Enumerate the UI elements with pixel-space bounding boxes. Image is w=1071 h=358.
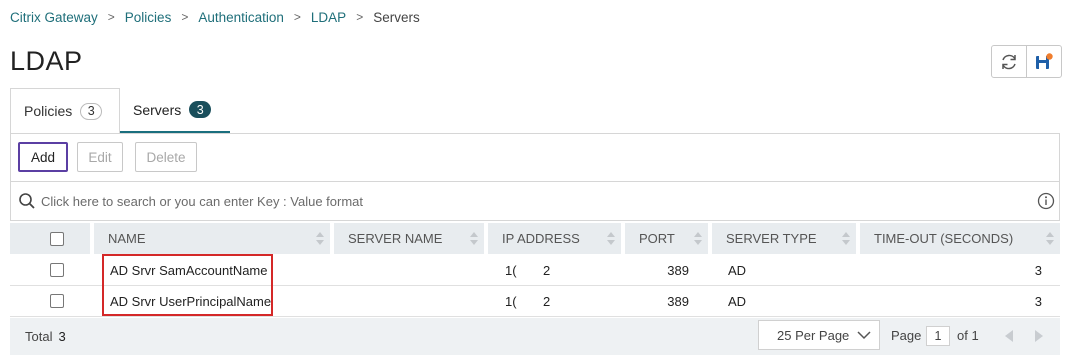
column-header-name[interactable]: NAME bbox=[94, 223, 330, 254]
table-header: NAME SERVER NAME IP ADDRESS PORT SERVER … bbox=[10, 223, 1060, 254]
save-config-button[interactable] bbox=[1026, 46, 1061, 77]
column-header-label: TIME-OUT (SECONDS) bbox=[874, 231, 1014, 246]
sort-icon bbox=[694, 232, 702, 245]
next-page-icon[interactable] bbox=[1032, 328, 1046, 344]
page-number-input[interactable]: 1 bbox=[926, 326, 950, 346]
sort-icon bbox=[1046, 232, 1054, 245]
cell-server-type: AD bbox=[728, 293, 747, 309]
column-header-ip-address[interactable]: IP ADDRESS bbox=[488, 223, 621, 254]
column-header-timeout[interactable]: TIME-OUT (SECONDS) bbox=[860, 223, 1060, 254]
table-footer: Total 3 25 Per Page Page 1 of 1 bbox=[10, 318, 1060, 355]
sort-icon bbox=[316, 232, 324, 245]
info-icon[interactable] bbox=[1037, 192, 1055, 210]
save-config-icon bbox=[1036, 52, 1053, 69]
chevron-down-icon bbox=[857, 331, 871, 340]
select-all-checkbox[interactable] bbox=[50, 231, 64, 246]
previous-page-icon[interactable] bbox=[1002, 328, 1016, 344]
column-header-server-type[interactable]: SERVER TYPE bbox=[712, 223, 856, 254]
cell-server-type: AD bbox=[728, 262, 747, 278]
refresh-icon bbox=[1002, 54, 1016, 69]
breadcrumb-separator: > bbox=[356, 10, 364, 24]
cell-ip-address-end: 2 bbox=[543, 293, 551, 309]
ip-redaction-mask bbox=[517, 257, 543, 283]
page-of-label: of 1 bbox=[957, 328, 979, 343]
tab-servers-label: Servers bbox=[133, 101, 182, 118]
cell-ip-address-end: 2 bbox=[543, 262, 551, 278]
breadcrumb-authentication[interactable]: Authentication bbox=[198, 10, 284, 25]
breadcrumb-citrix-gateway[interactable]: Citrix Gateway bbox=[10, 10, 98, 25]
ip-redaction-mask bbox=[517, 288, 543, 314]
tab-bar: Policies 3 Servers 3 bbox=[10, 88, 1060, 134]
sort-icon bbox=[842, 232, 850, 245]
select-all-cell bbox=[10, 223, 90, 254]
cell-timeout: 3 bbox=[1034, 293, 1042, 309]
add-button[interactable]: Add bbox=[18, 142, 68, 172]
row-checkbox[interactable] bbox=[50, 263, 64, 277]
breadcrumb-ldap[interactable]: LDAP bbox=[311, 10, 346, 25]
column-header-label: IP ADDRESS bbox=[502, 231, 580, 246]
column-header-label: SERVER TYPE bbox=[726, 231, 817, 246]
sort-icon bbox=[470, 232, 478, 245]
page-label: Page bbox=[891, 328, 922, 343]
search-bar[interactable]: Click here to search or you can enter Ke… bbox=[10, 181, 1060, 221]
search-icon bbox=[18, 192, 36, 210]
column-header-label: PORT bbox=[639, 231, 675, 246]
column-header-port[interactable]: PORT bbox=[625, 223, 708, 254]
cell-ip-address-start: 1( bbox=[505, 262, 517, 278]
delete-button[interactable]: Delete bbox=[135, 142, 197, 172]
per-page-select[interactable]: 25 Per Page bbox=[758, 320, 880, 350]
action-bar: Add Edit Delete bbox=[10, 133, 1060, 181]
row-checkbox[interactable] bbox=[50, 294, 64, 308]
per-page-value: 25 Per Page bbox=[777, 327, 850, 343]
tab-servers[interactable]: Servers 3 bbox=[120, 88, 230, 133]
breadcrumb-current: Servers bbox=[373, 9, 420, 25]
refresh-button[interactable] bbox=[992, 46, 1026, 77]
breadcrumb-separator: > bbox=[107, 10, 115, 24]
column-header-server-name[interactable]: SERVER NAME bbox=[334, 223, 484, 254]
breadcrumb: Citrix Gateway > Policies > Authenticati… bbox=[10, 8, 420, 26]
tab-servers-count-badge: 3 bbox=[189, 101, 212, 118]
highlight-annotation-box bbox=[102, 254, 273, 316]
row-select-cell bbox=[50, 255, 64, 285]
page-title: LDAP bbox=[10, 46, 83, 76]
breadcrumb-policies[interactable]: Policies bbox=[125, 10, 172, 25]
sort-icon bbox=[607, 232, 615, 245]
cell-ip-address-start: 1( bbox=[505, 293, 517, 309]
tab-policies-label: Policies bbox=[24, 103, 73, 119]
row-select-cell bbox=[50, 286, 64, 316]
cell-port: 389 bbox=[667, 293, 689, 309]
cell-timeout: 3 bbox=[1034, 262, 1042, 278]
tab-policies[interactable]: Policies 3 bbox=[10, 88, 120, 133]
total-count: 3 bbox=[58, 329, 66, 344]
breadcrumb-separator: > bbox=[293, 10, 301, 24]
search-input[interactable]: Click here to search or you can enter Ke… bbox=[41, 194, 363, 209]
edit-button[interactable]: Edit bbox=[77, 142, 123, 172]
breadcrumb-separator: > bbox=[181, 10, 189, 24]
tab-policies-count-badge: 3 bbox=[80, 102, 103, 120]
total-label: Total bbox=[25, 329, 53, 344]
column-header-label: SERVER NAME bbox=[348, 231, 443, 246]
cell-port: 389 bbox=[667, 262, 689, 278]
page-toolbar bbox=[991, 45, 1062, 78]
column-header-label: NAME bbox=[108, 231, 146, 246]
